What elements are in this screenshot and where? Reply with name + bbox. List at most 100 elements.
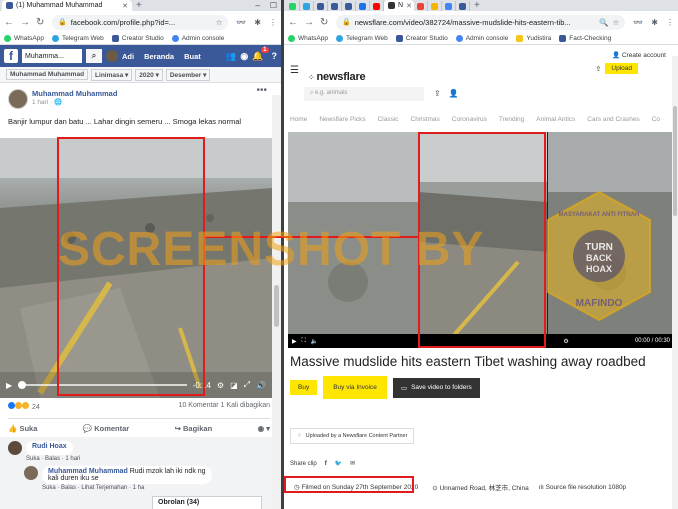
- nav-coronavirus[interactable]: Coronavirus: [452, 116, 487, 123]
- bookmark-yudistira[interactable]: Yudistira: [516, 35, 551, 42]
- bookmark-creator-studio[interactable]: Creator Studio: [111, 35, 164, 42]
- minimize-icon[interactable]: –: [255, 0, 259, 11]
- email-share-icon[interactable]: ✉: [350, 460, 355, 467]
- commenter-avatar[interactable]: [24, 466, 38, 480]
- avatar[interactable]: [106, 50, 118, 62]
- bookmark-telegram[interactable]: Telegram Web: [336, 35, 388, 42]
- page-scrollbar[interactable]: [272, 95, 281, 509]
- tab-google[interactable]: [442, 1, 456, 11]
- tab-facebook-2[interactable]: [328, 1, 342, 11]
- profile-name-button[interactable]: Muhammad Muhammad: [6, 69, 89, 80]
- messenger-icon[interactable]: ◉: [240, 51, 248, 62]
- comment-author[interactable]: Rudi Hoax: [32, 443, 67, 450]
- comment-button[interactable]: 💬 Komentar: [83, 424, 129, 433]
- volume-icon[interactable]: 🔈: [311, 338, 318, 345]
- bookmark-fact-checking[interactable]: Fact-Checking: [559, 35, 611, 42]
- commenter-avatar[interactable]: [8, 441, 22, 455]
- nav-profile[interactable]: Adi: [122, 52, 134, 61]
- post-author[interactable]: Muhammad Muhammad: [32, 89, 117, 98]
- nav-more[interactable]: Co: [652, 116, 660, 123]
- back-icon[interactable]: ←: [4, 17, 14, 28]
- like-button[interactable]: 👍 Suka: [8, 424, 37, 433]
- tab-other[interactable]: [356, 1, 370, 11]
- comment-meta[interactable]: Suka · Balas · 1 hari: [26, 456, 264, 462]
- nav-trending[interactable]: Trending: [499, 116, 524, 123]
- facebook-share-icon[interactable]: f: [325, 461, 327, 467]
- back-icon[interactable]: ←: [288, 17, 298, 28]
- tab-telegram[interactable]: [300, 1, 314, 11]
- audience-selector[interactable]: ◉ ▾: [258, 424, 270, 433]
- reload-icon[interactable]: ↻: [36, 17, 44, 28]
- bookmark-admin-console[interactable]: Admin console: [171, 35, 224, 42]
- star-icon[interactable]: ☆: [216, 18, 223, 27]
- nav-create[interactable]: Buat: [184, 52, 201, 61]
- page-scrollbar[interactable]: [672, 56, 678, 509]
- newsflare-search-input[interactable]: ⌕ e.g. animals: [304, 87, 424, 101]
- tab-search[interactable]: [414, 1, 428, 11]
- extension-icon[interactable]: 👓: [633, 18, 643, 27]
- scrollbar-thumb[interactable]: [673, 106, 677, 216]
- maximize-icon[interactable]: ☐: [270, 0, 277, 11]
- new-tab-icon[interactable]: +: [132, 0, 146, 11]
- close-tab-icon[interactable]: ✕: [406, 2, 412, 10]
- comment-author[interactable]: Muhammad Muhammad: [48, 468, 128, 475]
- pip-icon[interactable]: ◪: [230, 381, 238, 390]
- bookmark-whatsapp[interactable]: WhatsApp: [4, 35, 44, 42]
- newsflare-logo[interactable]: ⁘ newsflare: [308, 71, 366, 83]
- nav-classic[interactable]: Classic: [378, 116, 399, 123]
- tab-facebook-1[interactable]: [314, 1, 328, 11]
- nav-cars-crashes[interactable]: Cars and Crashes: [587, 116, 639, 123]
- reload-icon[interactable]: ↻: [320, 17, 328, 28]
- fullscreen-icon[interactable]: ⤢: [244, 380, 250, 390]
- star-icon[interactable]: ☆: [613, 18, 620, 27]
- post-author-avatar[interactable]: [8, 89, 28, 109]
- year-select[interactable]: 2020 ▾: [135, 68, 163, 81]
- puzzle-icon[interactable]: ✱: [651, 18, 658, 27]
- new-tab-icon[interactable]: +: [470, 0, 484, 11]
- video-progress[interactable]: [18, 381, 187, 389]
- bookmark-whatsapp[interactable]: WhatsApp: [288, 35, 328, 42]
- settings-icon[interactable]: ⚙: [563, 338, 568, 345]
- bookmark-creator-studio[interactable]: Creator Studio: [395, 35, 448, 42]
- play-icon[interactable]: ▶: [6, 381, 12, 390]
- nav-picks[interactable]: Newsflare Picks: [319, 116, 365, 123]
- help-icon[interactable]: ?: [272, 51, 278, 61]
- upload-arrow-icon[interactable]: ⇪: [434, 89, 441, 98]
- tab-b[interactable]: [428, 1, 442, 11]
- bookmark-telegram[interactable]: Telegram Web: [52, 35, 104, 42]
- buy-invoice-button[interactable]: Buy via Invoice: [323, 376, 387, 399]
- post-stats[interactable]: 10 Komentar 1 Kali dibagikan: [179, 402, 270, 411]
- zoom-icon[interactable]: 🔍: [599, 18, 608, 27]
- account-icon[interactable]: 👤: [449, 89, 459, 98]
- tab-whatsapp[interactable]: [286, 1, 300, 11]
- nav-christmas[interactable]: Christmas: [411, 116, 440, 123]
- create-account-link[interactable]: 👤 Create account: [612, 51, 666, 59]
- post-time[interactable]: 1 hari · 🌐: [32, 98, 117, 106]
- reactions-summary[interactable]: 24: [8, 402, 40, 411]
- timeline-select[interactable]: Linimasa ▾: [91, 68, 133, 81]
- fullscreen-icon[interactable]: ⛶: [302, 338, 306, 345]
- volume-icon[interactable]: 🔊: [256, 381, 266, 390]
- puzzle-icon[interactable]: ✱: [254, 18, 261, 27]
- comment-meta[interactable]: Suka · Balas · Lihat Terjemahan · 1 ha: [42, 485, 264, 491]
- tab-facebook[interactable]: (1) Muhammad Muhammad ✕: [2, 0, 132, 11]
- hamburger-menu-icon[interactable]: ☰: [290, 65, 299, 76]
- menu-icon[interactable]: ⋮: [269, 18, 277, 27]
- notifications-icon[interactable]: 🔔 1: [252, 46, 269, 62]
- url-field[interactable]: 🔒 newsflare.com/video/382724/massive-mud…: [336, 14, 626, 30]
- share-button[interactable]: ↪ Bagikan: [175, 424, 213, 433]
- progress-handle[interactable]: [18, 381, 27, 389]
- extension-icon[interactable]: 👓: [236, 18, 246, 27]
- settings-icon[interactable]: ⚙: [217, 381, 224, 390]
- bookmark-admin-console[interactable]: Admin console: [455, 35, 508, 42]
- facebook-logo-icon[interactable]: f: [4, 49, 18, 63]
- forward-icon[interactable]: →: [304, 17, 314, 28]
- tab-facebook-4[interactable]: [456, 1, 470, 11]
- tab-facebook-3[interactable]: [342, 1, 356, 11]
- forward-icon[interactable]: →: [20, 17, 30, 28]
- search-icon[interactable]: ⌕: [86, 49, 102, 63]
- friends-icon[interactable]: 👥: [225, 51, 236, 62]
- twitter-share-icon[interactable]: 🐦: [335, 460, 342, 467]
- play-icon[interactable]: ▶: [292, 338, 297, 345]
- nav-home[interactable]: Beranda: [144, 52, 174, 61]
